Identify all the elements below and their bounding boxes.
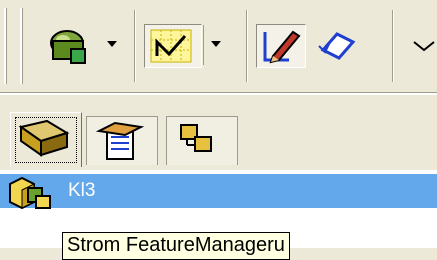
rotate-view-button[interactable]: [312, 24, 364, 68]
configuration-manager-icon: [180, 124, 212, 152]
tab-configuration-manager[interactable]: [166, 116, 238, 165]
tab-property-manager[interactable]: [86, 116, 158, 165]
edit-sketch-button[interactable]: [256, 24, 306, 68]
property-manager-icon: [95, 121, 145, 160]
tab-feature-manager[interactable]: [10, 112, 82, 167]
chevron-down-icon: [211, 41, 221, 47]
feature-manager-icon: [18, 119, 70, 157]
chevron-down-icon[interactable]: [107, 41, 117, 47]
toolbar-grip[interactable]: [20, 8, 23, 84]
sketch-dropdown-button[interactable]: [202, 24, 230, 68]
panel-divider: [0, 92, 437, 95]
sketch-button[interactable]: [144, 24, 202, 68]
tree-root-label: Kl3: [68, 180, 96, 201]
toolbar: [0, 0, 437, 88]
panel-tabs: [0, 112, 437, 170]
part-appearance-button[interactable]: [40, 24, 117, 68]
chevron-icon[interactable]: [410, 38, 437, 58]
rotate-view-icon: [318, 32, 356, 60]
part-color-icon: [50, 30, 86, 64]
part-icon: [9, 176, 51, 210]
tree-root-item[interactable]: Kl3: [0, 174, 437, 210]
tooltip: Strom FeatureManageru: [62, 232, 290, 260]
edit-sketch-icon: [263, 30, 301, 64]
toolbar-grip[interactable]: [4, 8, 7, 84]
sketch-grid-icon: [150, 29, 192, 63]
